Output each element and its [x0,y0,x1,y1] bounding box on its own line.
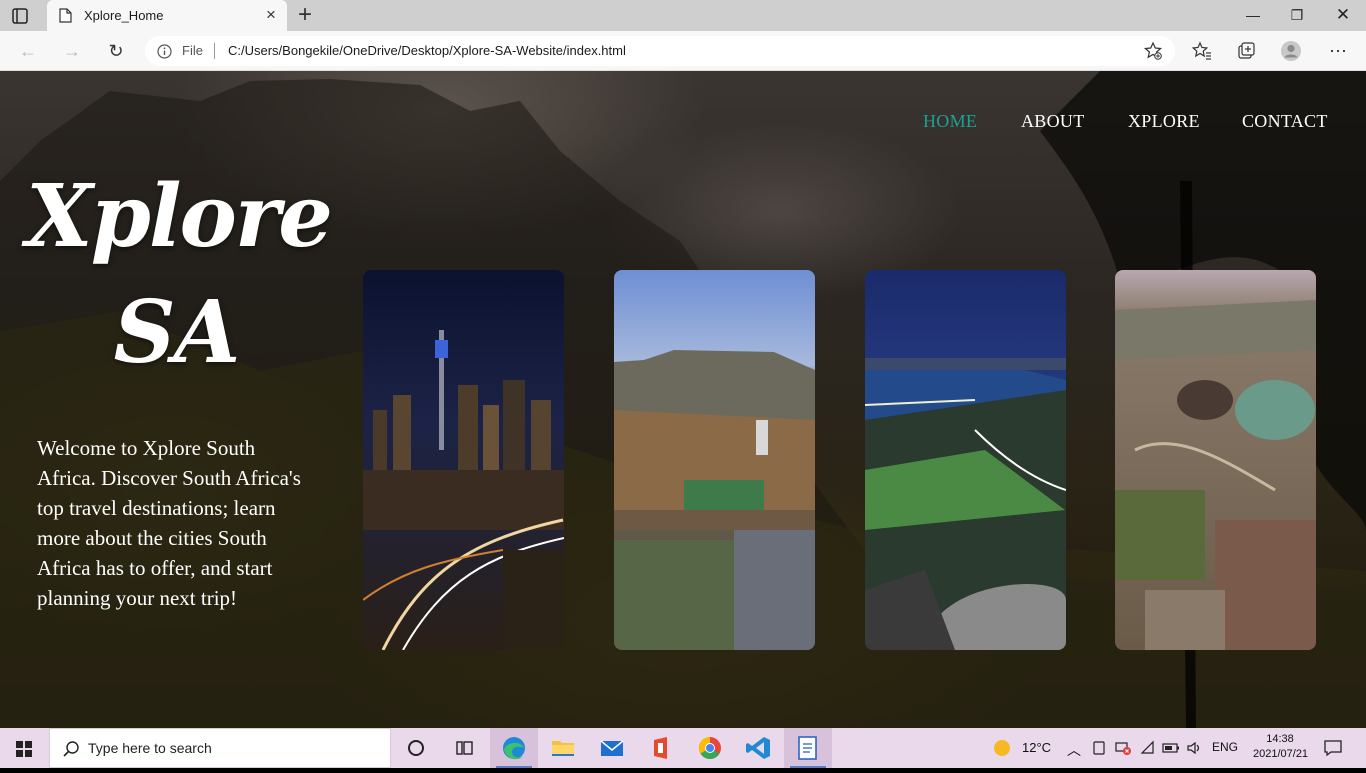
welcome-text: Welcome to Xplore South Africa. Discover… [37,436,301,610]
battery-icon[interactable] [1162,741,1180,755]
clock-time: 14:38 [1266,733,1294,745]
nav-contact[interactable]: CONTACT [1242,111,1328,132]
close-window-icon[interactable]: ✕ [1328,4,1358,26]
site-logo: Xplore SA [26,159,333,391]
tab-title: Xplore_Home [84,8,164,23]
clock-date: 2021/07/21 [1253,748,1309,760]
profile-avatar-icon[interactable] [1280,40,1302,62]
office-icon[interactable] [637,728,685,768]
weather-sun-icon[interactable] [992,738,1012,758]
windows-taskbar: Type here to search 12°C ︿ ENG 14:38 202… [0,728,1366,768]
document-icon [798,736,817,760]
device-icon[interactable] [1091,740,1107,756]
url-divider [214,43,215,59]
chrome-icon[interactable] [686,728,734,768]
edge-icon [503,737,525,760]
address-bar[interactable]: File C:/Users/Bongekile/OneDrive/Desktop… [145,36,1175,66]
tab-actions-icon[interactable] [10,6,30,26]
logo-line-1: Xplore [26,166,333,267]
weather-temperature[interactable]: 12°C [1022,740,1051,755]
destination-card-cape-town[interactable] [614,270,815,650]
destination-card-waterfront[interactable] [865,270,1066,650]
back-icon[interactable]: ← [16,39,40,63]
favorites-icon[interactable] [1191,40,1213,62]
show-hidden-icons-icon[interactable]: ︿ [1067,740,1081,760]
search-icon [63,741,79,757]
table-mountain-image [614,270,815,650]
url-text[interactable]: C:/Users/Bongekile/OneDrive/Desktop/Xplo… [228,43,626,58]
minimize-icon[interactable]: — [1238,4,1268,26]
mail-icon[interactable] [588,728,636,768]
page-icon [59,8,72,23]
notepad-app-icon[interactable] [784,728,832,768]
forward-icon[interactable]: → [60,39,84,63]
destination-card-kimberley[interactable] [1115,270,1316,650]
wifi-icon[interactable] [1140,740,1156,756]
notifications-icon[interactable] [1323,739,1343,757]
address-toolbar: ← → ↻ File C:/Users/Bongekile/OneDrive/D… [0,31,1366,71]
nav-about[interactable]: ABOUT [1021,111,1085,132]
refresh-icon[interactable]: ↻ [104,39,128,63]
network-warning-icon[interactable] [1114,740,1132,756]
more-menu-icon[interactable]: ⋯ [1326,39,1350,63]
url-scheme: File [182,43,203,58]
add-favorite-icon[interactable] [1143,41,1163,61]
city-night-image [363,270,564,650]
taskbar-search[interactable]: Type here to search [49,728,391,768]
vscode-icon[interactable] [735,728,783,768]
logo-line-2: SA [113,282,241,383]
input-language[interactable]: ENG [1212,740,1238,754]
destination-card-johannesburg[interactable] [363,270,564,650]
close-tab-icon[interactable]: × [263,6,279,23]
info-icon[interactable] [157,44,172,59]
task-view-icon[interactable] [440,728,488,768]
browser-tab-bar: Xplore_Home × + — ❐ ✕ [0,0,1366,31]
new-tab-icon[interactable]: + [294,3,316,27]
browser-tab[interactable]: Xplore_Home × [47,0,287,31]
cortana-icon[interactable] [392,728,440,768]
edge-app-icon[interactable] [490,728,538,768]
windows-start-icon[interactable] [0,728,48,768]
nav-home[interactable]: HOME [923,111,977,132]
volume-icon[interactable] [1186,740,1202,756]
collections-icon[interactable] [1235,40,1257,62]
website-page: HOME ABOUT XPLORE CONTACT Xplore SA Welc… [0,71,1366,728]
system-clock[interactable]: 14:38 2021/07/21 [1253,732,1309,762]
aerial-landscape-image [1115,270,1316,650]
waterfront-night-image [865,270,1066,650]
nav-xplore[interactable]: XPLORE [1128,111,1200,132]
file-explorer-icon[interactable] [539,728,587,768]
restore-icon[interactable]: ❐ [1282,4,1312,26]
search-placeholder: Type here to search [88,740,212,756]
